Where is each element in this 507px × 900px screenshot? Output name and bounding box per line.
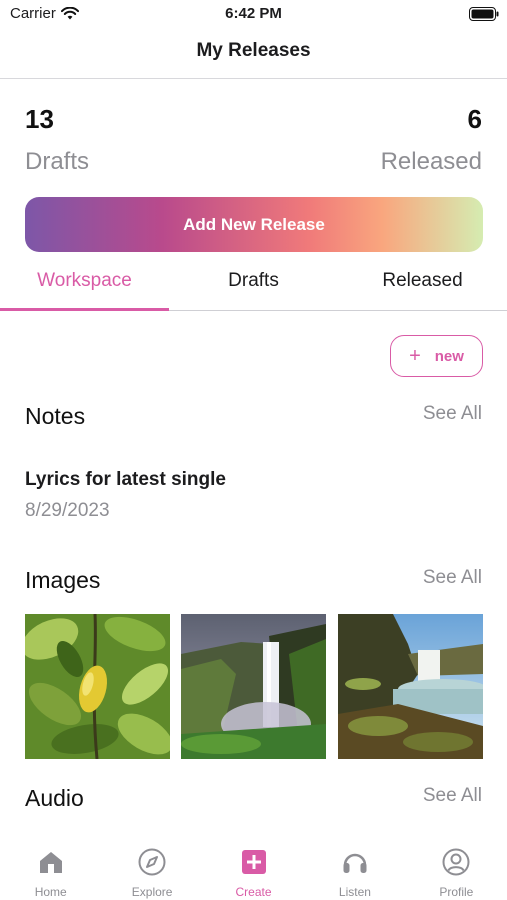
images-section-title: Images xyxy=(25,567,101,593)
tab-drafts[interactable]: Drafts xyxy=(169,262,338,312)
images-see-all-link[interactable]: See All xyxy=(423,567,482,589)
headphones-icon xyxy=(343,853,367,873)
notes-section-title: Notes xyxy=(25,403,86,429)
released-label: Released xyxy=(380,148,482,175)
tabbar-label-profile: Profile xyxy=(439,885,474,899)
note-title: Lyrics for latest single xyxy=(25,469,226,490)
tabbar-item-explore[interactable]: Explore xyxy=(101,835,202,900)
drafts-label: Drafts xyxy=(25,148,90,175)
released-count: 6 xyxy=(467,104,482,134)
compass-icon xyxy=(138,848,166,876)
tabbar-label-listen: Listen xyxy=(338,885,371,899)
nav-divider xyxy=(0,78,507,79)
active-tab-indicator xyxy=(0,308,169,311)
tab-workspace[interactable]: Workspace xyxy=(0,262,169,312)
tab-released[interactable]: Released xyxy=(338,262,507,312)
page-title: My Releases xyxy=(196,40,311,61)
battery-icon xyxy=(469,7,499,21)
tabbar-item-listen[interactable]: Listen xyxy=(304,835,405,900)
plus-icon: + xyxy=(409,345,421,367)
person-circle-icon xyxy=(442,848,470,876)
plus-square-icon xyxy=(241,850,266,874)
image-thumbnail-waterfall-coast[interactable] xyxy=(338,614,483,759)
add-new-release-button[interactable]: Add New Release xyxy=(25,197,483,252)
tabbar-item-create[interactable]: Create xyxy=(203,835,304,900)
tabbar-label-explore: Explore xyxy=(131,885,173,899)
note-date: 8/29/2023 xyxy=(25,500,110,521)
notes-see-all-link[interactable]: See All xyxy=(423,403,482,425)
new-item-button[interactable]: + new xyxy=(390,335,483,377)
status-time: 6:42 PM xyxy=(225,5,282,22)
audio-see-all-link[interactable]: See All xyxy=(423,785,482,807)
bottom-tab-bar: Home Explore Create Listen Profile xyxy=(0,835,507,900)
image-thumbnail-waterfall-cliff[interactable] xyxy=(181,614,326,759)
status-bar: Carrier 6:42 PM xyxy=(0,0,507,30)
drafts-count: 13 xyxy=(25,104,54,134)
tabbar-label-create: Create xyxy=(235,885,272,899)
tabbar-label-home: Home xyxy=(34,885,67,899)
home-icon xyxy=(39,852,62,873)
tabbar-item-home[interactable]: Home xyxy=(0,835,101,900)
tabbar-item-profile[interactable]: Profile xyxy=(406,835,507,900)
audio-section-title: Audio xyxy=(25,785,84,811)
segment-tabs: Workspace Drafts Released xyxy=(0,262,507,312)
image-thumbnail-lemon-tree[interactable] xyxy=(25,614,170,759)
new-button-label: new xyxy=(434,347,464,365)
